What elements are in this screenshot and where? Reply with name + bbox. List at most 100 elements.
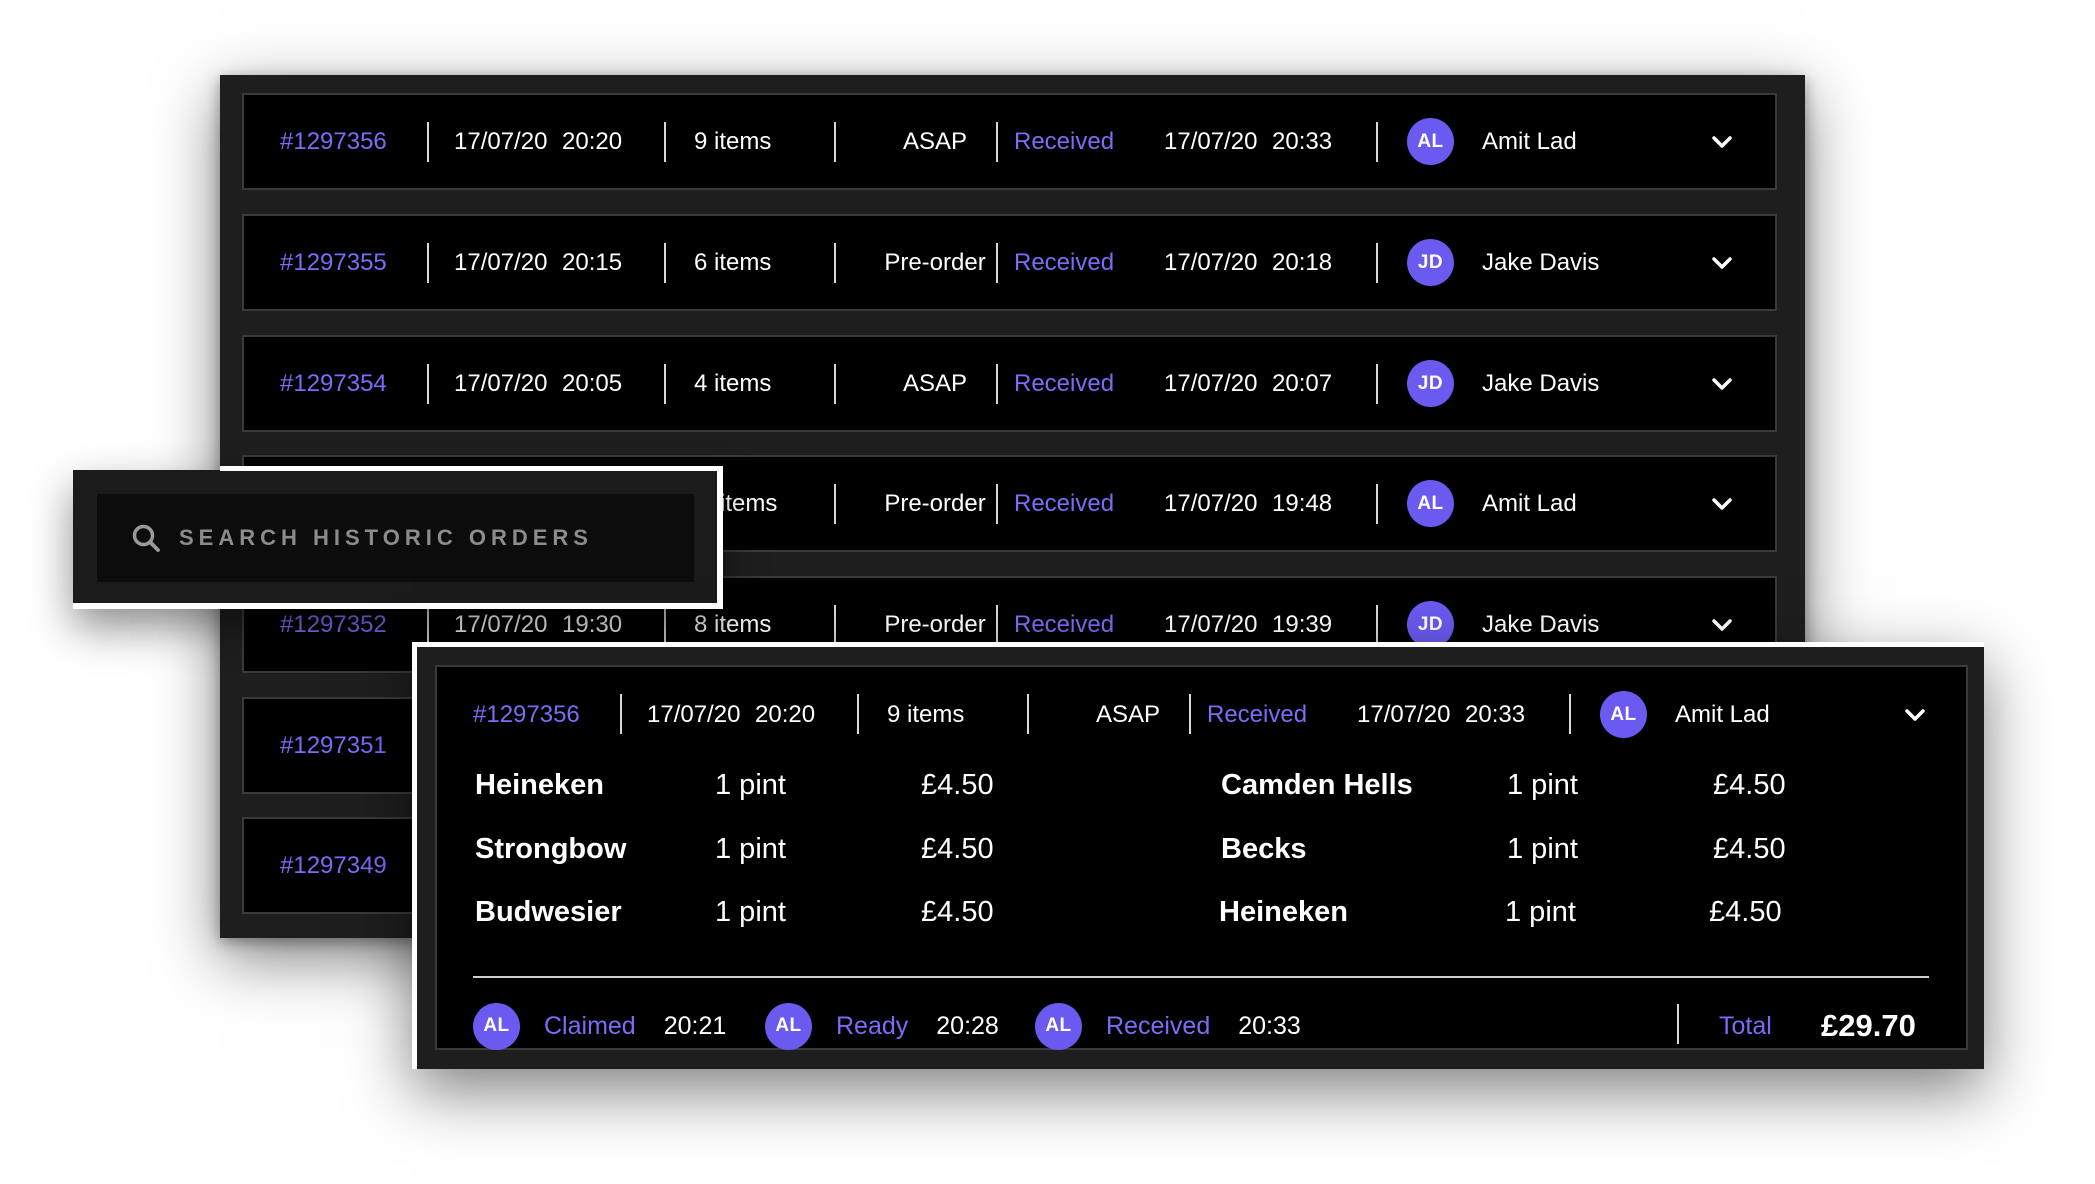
item-count: 4 items: [694, 369, 772, 397]
item-qty: 1 pint: [715, 833, 786, 865]
total-value: £29.70: [1821, 1008, 1916, 1043]
divider: [427, 605, 429, 645]
divider: [427, 122, 429, 162]
status-date: 17/07/20: [1164, 489, 1258, 517]
history-time: 20:33: [1238, 1011, 1301, 1040]
order-type: ASAP: [902, 127, 968, 155]
total-label: Total: [1719, 1011, 1772, 1040]
status-time: 20:33: [1465, 700, 1526, 728]
status-date: 17/07/20: [1164, 248, 1258, 276]
order-id[interactable]: #1297351: [280, 699, 387, 792]
chevron-down-icon: [1712, 618, 1732, 631]
order-time: 20:05: [562, 369, 623, 397]
staff-name: Amit Lad: [1482, 127, 1577, 155]
status-date: 17/07/20: [1164, 127, 1258, 155]
item-name: Strongbow: [475, 833, 627, 865]
divider: [834, 122, 836, 162]
order-status: Received: [1207, 700, 1308, 728]
item-name: Heineken: [475, 769, 604, 801]
status-date: 17/07/20: [1357, 700, 1451, 728]
divider: [664, 364, 666, 404]
divider: [834, 243, 836, 283]
divider: [1376, 605, 1378, 645]
order-date: 17/07/20: [454, 369, 548, 397]
order-detail-card: #1297356 17/07/20 20:20 9 items ASAP Rec…: [412, 642, 1984, 1069]
item-price: £4.50: [921, 769, 994, 801]
divider: [834, 484, 836, 524]
order-id[interactable]: #1297354: [280, 337, 387, 430]
divider: [1376, 122, 1378, 162]
order-detail-header[interactable]: #1297356 17/07/20 20:20 9 items ASAP Rec…: [437, 667, 1966, 762]
item-name: Camden Hells: [1221, 769, 1413, 801]
history-status: Ready: [836, 1011, 909, 1040]
order-id[interactable]: #1297349: [280, 819, 387, 912]
divider: [857, 694, 859, 734]
history-item: AL Received 20:33: [1035, 1001, 1301, 1051]
status-time: 19:48: [1272, 489, 1333, 517]
item-price: £4.50: [921, 896, 994, 928]
divider: [1677, 1004, 1679, 1044]
avatar: AL: [765, 1002, 812, 1050]
detail-divider: [473, 976, 1929, 978]
order-id[interactable]: #1297356: [473, 667, 580, 762]
order-row[interactable]: #1297356 17/07/20 20:20 9 items ASAP Rec…: [242, 93, 1777, 190]
status-time: 20:18: [1272, 248, 1333, 276]
status-date: 17/07/20: [1164, 369, 1258, 397]
staff-name: Jake Davis: [1482, 248, 1600, 276]
divider: [834, 605, 836, 645]
chevron-down-icon: [1905, 708, 1925, 721]
divider: [996, 122, 998, 162]
avatar: AL: [1600, 691, 1647, 738]
avatar: JD: [1407, 360, 1454, 407]
item-count: 6 items: [694, 248, 772, 276]
divider: [664, 243, 666, 283]
expand-button[interactable]: [1709, 457, 1735, 550]
order-id[interactable]: #1297355: [280, 216, 387, 309]
order-date: 17/07/20: [647, 700, 741, 728]
expand-button[interactable]: [1709, 95, 1735, 188]
divider: [996, 605, 998, 645]
divider: [1569, 694, 1571, 734]
order-detail: #1297356 17/07/20 20:20 9 items ASAP Rec…: [435, 665, 1968, 1050]
order-date: 17/07/20: [454, 248, 548, 276]
order-status: Received: [1014, 248, 1115, 276]
divider: [620, 694, 622, 734]
avatar: AL: [1407, 118, 1454, 165]
order-row[interactable]: #1297354 17/07/20 20:05 4 items ASAP Rec…: [242, 335, 1777, 432]
divider: [834, 364, 836, 404]
item-qty: 1 pint: [1507, 769, 1578, 801]
search-icon: [132, 524, 160, 552]
avatar: AL: [473, 1002, 520, 1050]
history-item: AL Claimed 20:21: [473, 1001, 726, 1051]
search-placeholder: SEARCH HISTORIC ORDERS: [179, 525, 593, 550]
item-price: £4.50: [1713, 769, 1786, 801]
order-type: ASAP: [902, 369, 968, 397]
item-qty: 1 pint: [715, 769, 786, 801]
collapse-button[interactable]: [1902, 667, 1928, 762]
history-item: AL Ready 20:28: [765, 1001, 999, 1051]
expand-button[interactable]: [1709, 337, 1735, 430]
item-qty: 1 pint: [715, 896, 786, 928]
item-count: items: [720, 489, 778, 517]
item-price: £4.50: [1713, 833, 1786, 865]
item-qty: 1 pint: [1507, 833, 1578, 865]
divider: [1189, 694, 1191, 734]
item-count: 9 items: [694, 127, 772, 155]
divider: [427, 364, 429, 404]
item-name: Becks: [1221, 833, 1307, 865]
divider: [1027, 694, 1029, 734]
divider: [996, 364, 998, 404]
staff-name: Jake Davis: [1482, 369, 1600, 397]
search-card: SEARCH HISTORIC ORDERS: [73, 470, 723, 609]
order-row[interactable]: #1297355 17/07/20 20:15 6 items Pre-orde…: [242, 214, 1777, 311]
search-input[interactable]: SEARCH HISTORIC ORDERS: [97, 494, 694, 582]
history-time: 20:21: [663, 1011, 727, 1040]
order-id[interactable]: #1297356: [280, 95, 387, 188]
divider: [996, 484, 998, 524]
expand-button[interactable]: [1709, 216, 1735, 309]
order-type: Pre-order: [884, 248, 986, 276]
divider: [664, 122, 666, 162]
avatar: JD: [1407, 601, 1454, 648]
order-status: Received: [1014, 489, 1115, 517]
order-date: 17/07/20: [454, 127, 548, 155]
